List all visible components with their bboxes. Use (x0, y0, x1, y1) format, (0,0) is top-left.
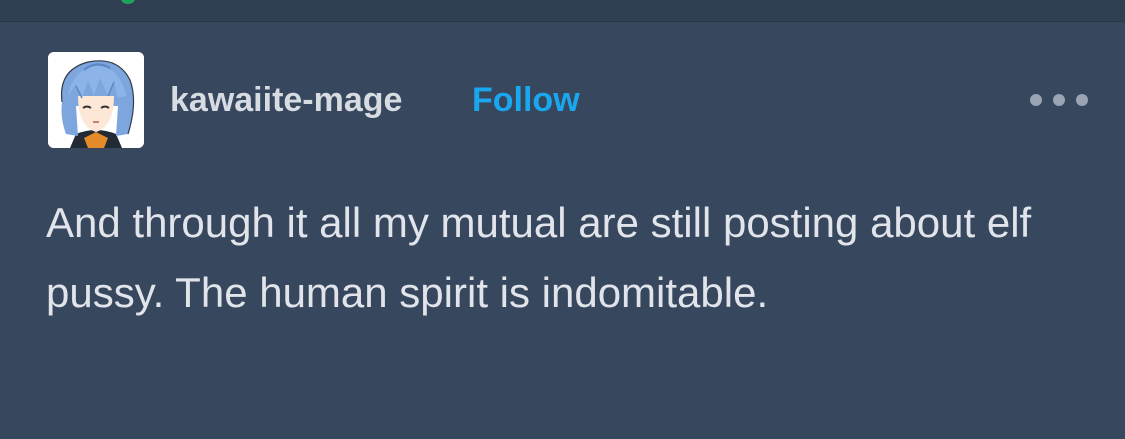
post-body-text: And through it all my mutual are still p… (46, 199, 1032, 316)
avatar[interactable] (48, 52, 144, 148)
ellipsis-dot-icon (1030, 94, 1042, 106)
username-link[interactable]: kawaiite-mage (170, 80, 402, 120)
anime-avatar-icon (48, 52, 144, 148)
more-options-button[interactable] (1030, 88, 1088, 112)
top-bar (0, 0, 1125, 22)
follow-button[interactable]: Follow (472, 80, 580, 120)
ellipsis-dot-icon (1053, 94, 1065, 106)
post-card: kawaiite-mage Follow And through it all … (0, 22, 1125, 439)
status-indicator-icon (121, 0, 135, 4)
ellipsis-dot-icon (1076, 94, 1088, 106)
